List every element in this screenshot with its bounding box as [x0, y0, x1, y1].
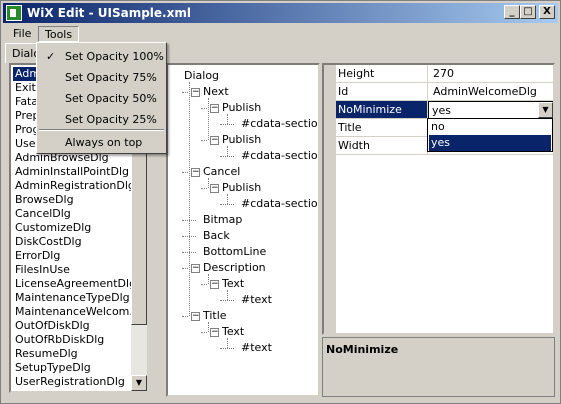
close-button[interactable]: X: [539, 5, 555, 19]
tree-node[interactable]: Publish: [222, 133, 261, 147]
wix-edit-app-icon[interactable]: [6, 5, 22, 21]
tree-collapse-icon[interactable]: −: [191, 168, 200, 177]
dialog-list-item[interactable]: ResumeDlg: [13, 347, 80, 361]
dropdown-option[interactable]: yes: [429, 135, 551, 151]
dialog-list-item[interactable]: MaintenanceWelcom...: [13, 305, 142, 319]
dropdown-arrow-icon[interactable]: ▼: [538, 102, 553, 118]
tree-node[interactable]: Title: [203, 309, 227, 323]
nominimize-dropdown-list[interactable]: no yes: [427, 118, 553, 152]
tree-collapse-icon[interactable]: −: [210, 328, 219, 337]
tree-node[interactable]: #cdata-section: [241, 149, 318, 163]
help-title: NoMinimize: [326, 343, 399, 356]
checkmark-icon: ✓: [46, 50, 56, 63]
tree-node[interactable]: Cancel: [203, 165, 240, 179]
tree-node[interactable]: #cdata-section: [241, 197, 318, 211]
property-name: Height: [336, 65, 428, 82]
tree-node[interactable]: Dialog: [184, 69, 219, 83]
property-name: Id: [336, 83, 428, 100]
tree-node[interactable]: Next: [203, 85, 229, 99]
title-bar[interactable]: WiX Edit - UISample.xml _ □ X: [3, 3, 558, 23]
property-row[interactable]: NoMinimize yes ▼: [324, 101, 553, 119]
dialog-list-item[interactable]: MaintenanceTypeDlg: [13, 291, 132, 305]
tree-collapse-icon[interactable]: −: [191, 88, 200, 97]
dialog-list-item[interactable]: DiskCostDlg: [13, 235, 84, 249]
dialog-list-item[interactable]: AdminInstallPointDlg: [13, 165, 131, 179]
dialog-list-item[interactable]: CustomizeDlg: [13, 221, 93, 235]
menu-bar: File Tools: [3, 24, 558, 43]
tree-node[interactable]: Description: [203, 261, 266, 275]
menu-tools[interactable]: Tools: [38, 26, 80, 42]
property-name: Width: [336, 137, 428, 154]
dialog-list-item[interactable]: OutOfDiskDlg: [13, 319, 92, 333]
dialog-list-item[interactable]: FilesInUse: [13, 263, 72, 277]
property-name: Title: [336, 119, 428, 136]
dialog-list-item[interactable]: CancelDlg: [13, 207, 73, 221]
scroll-down-arrow-icon[interactable]: ▼: [131, 375, 147, 391]
dialog-list-item[interactable]: BrowseDlg: [13, 193, 76, 207]
tree-node[interactable]: Text: [222, 277, 244, 291]
tree-node[interactable]: #text: [241, 341, 272, 355]
property-name: NoMinimize: [336, 101, 428, 118]
property-row[interactable]: Height 270: [324, 65, 553, 83]
tree-node[interactable]: BottomLine: [203, 245, 266, 259]
dialog-list-item[interactable]: AdminRegistrationDlg: [13, 179, 137, 193]
menu-item-always-on-top[interactable]: Always on top: [39, 133, 164, 153]
dialog-list-item[interactable]: LicenseAgreementDlg: [13, 277, 138, 291]
minimize-button[interactable]: _: [504, 5, 520, 19]
dialog-list-item[interactable]: OutOfRbDiskDlg: [13, 333, 106, 347]
tree-collapse-icon[interactable]: −: [210, 136, 219, 145]
menu-item-opacity[interactable]: Set Opacity 75%: [39, 68, 164, 88]
tree-collapse-icon[interactable]: −: [210, 184, 219, 193]
menu-item-opacity[interactable]: Set Opacity 25%: [39, 110, 164, 130]
dropdown-option[interactable]: no: [429, 119, 551, 135]
tree-node[interactable]: Publish: [222, 101, 261, 115]
property-grid: Height 270 Id AdminWelcomeDlg NoMinimize yes ▼…: [322, 63, 555, 335]
tree-node[interactable]: Publish: [222, 181, 261, 195]
xml-tree-panel: Dialog − Next − Publish #cdata-section − Publis…: [166, 63, 320, 397]
tools-menu-popup: ✓ Set Opacity 100% Set Opacity 75% Set Opac…: [36, 42, 167, 154]
menu-item-label: Set Opacity 25%: [65, 113, 157, 126]
app-window: WiX Edit - UISample.xml _ □ X File Tools…: [0, 0, 561, 404]
tree-node[interactable]: Back: [203, 229, 230, 243]
tree-collapse-icon[interactable]: −: [210, 280, 219, 289]
dialog-list-item[interactable]: UserRegistrationDlg: [13, 375, 127, 389]
menu-item-opacity[interactable]: Set Opacity 50%: [39, 89, 164, 109]
property-value[interactable]: AdminWelcomeDlg: [430, 83, 552, 100]
menu-item-label: Set Opacity 50%: [65, 92, 157, 105]
maximize-button[interactable]: □: [520, 5, 536, 19]
menu-item-label: Set Opacity 75%: [65, 71, 157, 84]
menu-item-opacity[interactable]: ✓ Set Opacity 100%: [39, 47, 164, 67]
dialog-list-item[interactable]: SetupTypeDlg: [13, 361, 93, 375]
tree-node[interactable]: Bitmap: [203, 213, 242, 227]
property-value[interactable]: 270: [430, 65, 552, 82]
nominimize-combo[interactable]: yes ▼: [428, 101, 553, 119]
dialog-list-item[interactable]: ErrorDlg: [13, 249, 62, 263]
combo-value: yes: [432, 104, 452, 117]
tree-node[interactable]: #cdata-section: [241, 117, 318, 131]
window-title: WiX Edit - UISample.xml: [27, 6, 191, 20]
tree-collapse-icon[interactable]: −: [210, 104, 219, 113]
tree-collapse-icon[interactable]: −: [191, 312, 200, 321]
tree-node[interactable]: Text: [222, 325, 244, 339]
property-help-panel: NoMinimize: [322, 337, 555, 397]
menu-separator: [39, 129, 164, 131]
dialog-list-item[interactable]: VerifyReadyDlg: [13, 389, 101, 391]
menu-item-label: Always on top: [65, 136, 143, 149]
tree-node[interactable]: #text: [241, 293, 272, 307]
tree-collapse-icon[interactable]: −: [191, 264, 200, 273]
menu-item-label: Set Opacity 100%: [65, 50, 164, 63]
property-row[interactable]: Id AdminWelcomeDlg: [324, 83, 553, 101]
menu-file[interactable]: File: [7, 26, 37, 42]
